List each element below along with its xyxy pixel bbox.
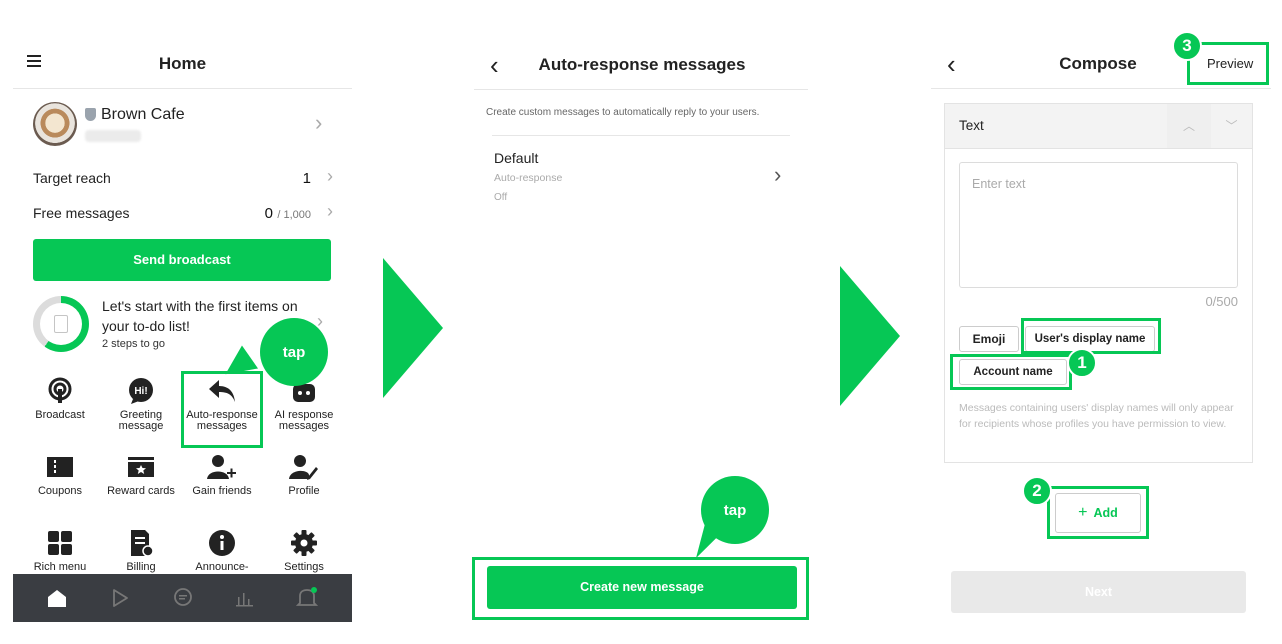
account-name: Brown Cafe	[101, 106, 185, 123]
free-messages-value: 0	[264, 205, 273, 222]
grid-label: Billing	[126, 561, 156, 573]
page-title: Home	[158, 54, 207, 73]
free-messages-label: Free messages	[33, 205, 130, 221]
broadcast-icon	[48, 377, 72, 403]
item-type: Auto-response	[494, 172, 563, 184]
billing-icon	[131, 530, 154, 557]
char-count: 0/500	[1205, 294, 1238, 309]
checklist-icon	[54, 315, 68, 333]
todo-line-1: Let's start with the first items on	[102, 298, 298, 314]
insights-icon[interactable]	[232, 586, 256, 610]
highlight-auto-response	[181, 371, 263, 448]
chevron-right-icon: ›	[327, 166, 333, 186]
step-badge-2: 2	[1022, 476, 1052, 506]
grid-broadcast[interactable]: Broadcast	[17, 376, 103, 421]
grid-label: Rich menu	[33, 561, 87, 573]
page-title: Auto-response messages	[538, 55, 746, 74]
timeline-icon[interactable]	[108, 586, 132, 610]
grid-announcements[interactable]: Announce-	[179, 528, 265, 573]
tap-bubble: tap	[260, 318, 328, 386]
info-icon	[209, 530, 235, 556]
free-messages-row[interactable]: Free messages 0 / 1,000 ›	[33, 201, 333, 225]
target-reach-row[interactable]: Target reach 1 ›	[33, 166, 333, 190]
emoji-button[interactable]: Emoji	[959, 326, 1019, 352]
grid-label: Reward cards	[107, 485, 175, 497]
chevron-right-icon: ›	[327, 201, 333, 221]
grid-label: Profile	[288, 485, 320, 497]
next-button[interactable]: Next	[951, 571, 1246, 613]
reward-card-icon	[128, 457, 154, 477]
default-message-row[interactable]: Default Auto-response Off ›	[494, 150, 794, 208]
note: Messages containing users' display names…	[959, 402, 1234, 430]
grid-label: Gain friends	[192, 485, 252, 497]
grid-label: Greeting message	[118, 409, 164, 432]
text-section-header: Text ︿ ﹀	[945, 104, 1252, 149]
home-icon[interactable]	[45, 586, 69, 610]
grid-greeting[interactable]: Hi! Greeting message	[98, 376, 184, 432]
text-placeholder: Enter text	[972, 177, 1026, 191]
grid-settings[interactable]: Settings	[261, 528, 347, 573]
grid-icon	[48, 531, 72, 555]
gear-icon	[291, 530, 317, 556]
description: Create custom messages to automatically …	[486, 107, 760, 118]
add-friend-icon	[207, 455, 236, 479]
chevron-right-icon: ›	[315, 110, 323, 135]
coupon-icon	[47, 457, 73, 477]
todo-line-2: your to-do list!	[102, 318, 190, 334]
account-row[interactable]: Brown Cafe ›	[13, 96, 352, 156]
target-reach-value: 1	[302, 170, 311, 187]
step-arrow-icon	[383, 258, 443, 398]
step-badge-3: 3	[1172, 31, 1202, 61]
step-badge-1: 1	[1067, 348, 1097, 378]
step-arrow-icon	[840, 266, 900, 406]
send-broadcast-button[interactable]: Send broadcast	[33, 239, 331, 281]
chevron-right-icon: ›	[774, 162, 782, 187]
account-id-blurred	[85, 130, 141, 142]
page-title: Compose	[1059, 54, 1137, 73]
item-title: Default	[494, 150, 539, 166]
grid-reward-cards[interactable]: Reward cards	[98, 452, 184, 497]
free-messages-value-group: 0 / 1,000	[265, 205, 311, 223]
grid-label: Announce-	[195, 561, 249, 573]
section-label: Text	[959, 118, 984, 133]
grid-gain-friends[interactable]: Gain friends	[179, 452, 265, 497]
grid-label: Settings	[284, 561, 324, 573]
profile-edit-icon	[289, 455, 318, 480]
grid-label: Broadcast	[35, 409, 85, 421]
text-section-card: Text ︿ ﹀ Enter text 0/500 Emoji User's d…	[944, 103, 1253, 463]
tap-bubble: tap	[701, 476, 769, 544]
verified-shield-icon	[85, 108, 96, 121]
avatar	[33, 102, 77, 146]
grid-profile[interactable]: Profile	[261, 452, 347, 497]
greeting-icon: Hi!	[129, 378, 153, 404]
highlight-add	[1047, 486, 1149, 539]
grid-label: AI response messages	[274, 409, 334, 432]
todo-steps: 2 steps to go	[102, 338, 165, 350]
text-input[interactable]: Enter text	[959, 162, 1238, 288]
notification-icon[interactable]	[295, 586, 319, 610]
free-messages-limit: / 1,000	[277, 209, 311, 221]
move-down-icon[interactable]: ﹀	[1211, 104, 1252, 148]
svg-text:Hi!: Hi!	[134, 386, 147, 397]
highlight-display-name	[1021, 318, 1161, 354]
back-chevron-icon[interactable]: ‹	[490, 50, 499, 81]
grid-label: Coupons	[37, 485, 83, 497]
chat-icon[interactable]	[171, 586, 195, 610]
move-up-icon[interactable]: ︿	[1167, 104, 1211, 148]
grid-billing[interactable]: Billing	[98, 528, 184, 573]
item-status: Off	[494, 192, 508, 203]
grid-coupons[interactable]: Coupons	[17, 452, 103, 497]
back-chevron-icon[interactable]: ‹	[947, 49, 956, 80]
highlight-account-name	[950, 354, 1072, 390]
target-reach-label: Target reach	[33, 170, 111, 186]
highlight-create-button	[472, 557, 809, 620]
grid-rich-menu[interactable]: Rich menu	[17, 528, 103, 573]
progress-ring	[33, 296, 89, 352]
auto-response-screen: ‹ Auto-response messages Create custom m…	[474, 0, 808, 644]
